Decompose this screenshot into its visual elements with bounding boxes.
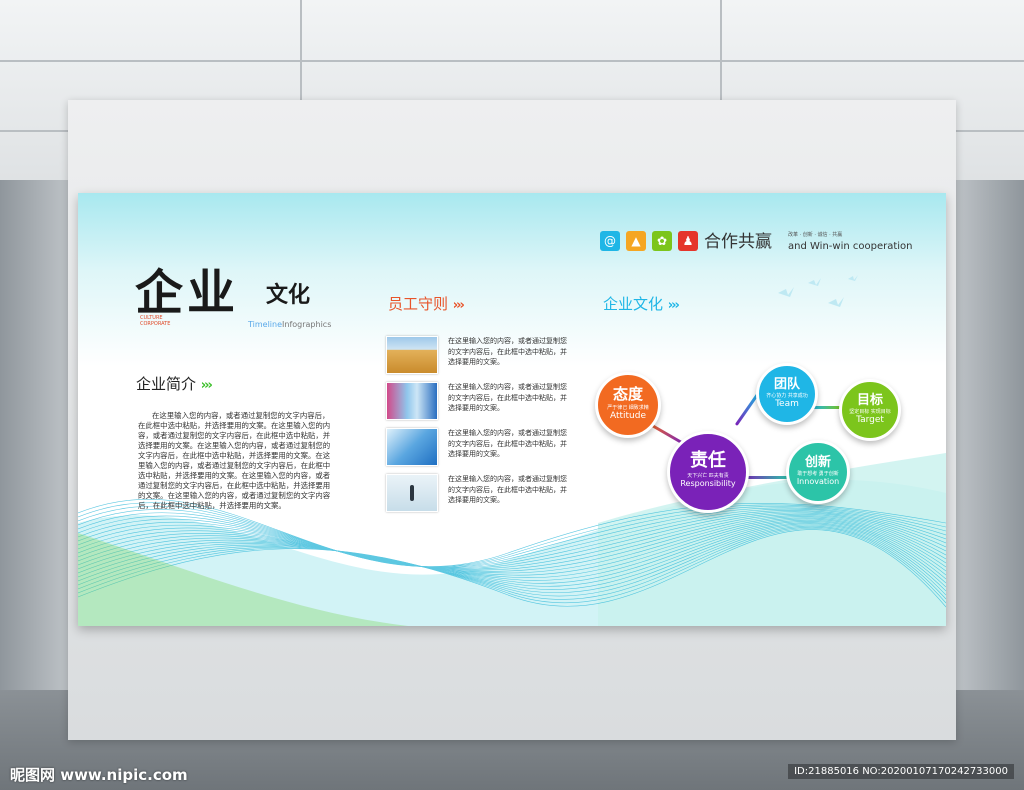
board-title-small: 文化 [266, 282, 311, 308]
node-english: Team [775, 399, 799, 409]
culture-board: 企业 文化 CULTURE CORPORATE TimelineInfograp… [78, 193, 946, 626]
cooperation-english: and Win-win cooperation [788, 241, 913, 252]
culture-heading-label: 企业文化 [603, 295, 664, 313]
rule-item: 在这里输入您的内容，或者通过复制您的文字内容后，在此框中选中粘贴，并选择要用的文… [386, 474, 567, 514]
timeline-part: line [267, 320, 283, 329]
rule-text: 在这里输入您的内容，或者通过复制您的文字内容后，在此框中选中粘贴，并选择要用的文… [448, 383, 567, 412]
node-english: Responsibility [680, 479, 736, 488]
node-subtitle: 坚定目标 实现目标 [849, 409, 891, 415]
node-english: Target [856, 415, 884, 425]
gear-icon: ✿ [652, 231, 672, 251]
node-title: 目标 [856, 393, 883, 408]
arrow-icon: ››› [200, 378, 213, 393]
timeline-part: Time [248, 320, 268, 329]
arrow-icon: ››› [667, 298, 680, 313]
rule-text: 在这里输入您的内容，或者通过复制您的文字内容后，在此框中选中粘贴，并选择要用的文… [448, 475, 567, 504]
node-title: 责任 [690, 450, 726, 471]
intro-heading-label: 企业简介 [136, 375, 197, 393]
birds-decoration [778, 275, 858, 307]
rules-heading-label: 员工守则 [388, 295, 449, 313]
connector-line [812, 406, 842, 409]
building-photo [386, 428, 438, 466]
at-icon: @ [600, 231, 620, 251]
chart-icon: ▲ [626, 231, 646, 251]
rule-text: 在这里输入您的内容，或者通过复制您的文字内容后，在此框中选中粘贴，并选择要用的文… [448, 429, 567, 458]
culture-node-innovation: 创新 敢于想考 勇于创新 Innovation [786, 440, 850, 504]
culture-heading: 企业文化 ››› [603, 293, 680, 314]
node-english: Innovation [796, 477, 840, 486]
intro-body: 在这里输入您的内容，或者通过复制您的文字内容后，在此框中选中粘贴，并选择要用的文… [138, 411, 331, 510]
wheat-photo [386, 336, 438, 374]
timeline-caption: TimelineInfographics [248, 320, 331, 329]
watermark-bar: 昵图网 www.nipic.com ID:21885016 NO:2020010… [0, 756, 1024, 790]
rule-text: 在这里输入您的内容，或者通过复制您的文字内容后，在此框中选中粘贴，并选择要用的文… [448, 337, 567, 366]
node-english: Attitude [609, 411, 647, 421]
board-title: 企业 [135, 265, 240, 321]
node-title: 创新 [804, 455, 831, 470]
watermark-id: ID:21885016 NO:20200107170242733000 [788, 764, 1014, 779]
culture-node-attitude: 态度 严于律己 細致求精 Attitude [595, 372, 661, 438]
node-subtitle: 严于律己 細致求精 [607, 405, 649, 411]
node-title: 团队 [773, 377, 800, 392]
rules-heading: 员工守则 ››› [388, 293, 465, 314]
title-en-line: CORPORATE [140, 321, 171, 327]
intro-heading: 企业简介 ››› [136, 373, 213, 394]
wall-right [954, 180, 1024, 740]
board-title-english: CULTURE CORPORATE [140, 315, 170, 327]
node-subtitle: 齐心协力 共享成功 [766, 393, 808, 399]
node-title: 态度 [612, 385, 643, 403]
person-silhouette [410, 485, 414, 501]
businessman-photo [386, 474, 438, 512]
handshake-photo [386, 382, 438, 420]
rule-item: 在这里输入您的内容，或者通过复制您的文字内容后，在此框中选中粘贴，并选择要用的文… [386, 428, 567, 468]
node-subtitle: 敢于想考 勇于创新 [797, 471, 839, 477]
arrow-icon: ››› [452, 298, 465, 313]
watermark-site: 昵图网 www.nipic.com [10, 766, 188, 784]
ceiling-line [0, 60, 1024, 62]
user-icon: ♟ [678, 231, 698, 251]
cooperation-tagline: 改革 · 创新 · 诚信 · 共赢 [788, 232, 843, 238]
timeline-part: Infographics [282, 320, 332, 329]
rule-item: 在这里输入您的内容，或者通过复制您的文字内容后，在此框中选中粘贴，并选择要用的文… [386, 382, 567, 422]
node-subtitle: 天下兴亡 匹夫有责 [687, 473, 729, 479]
rule-item: 在这里输入您的内容，或者通过复制您的文字内容后，在此框中选中粘贴，并选择要用的文… [386, 336, 567, 376]
cooperation-title: 合作共赢 [704, 232, 772, 252]
culture-node-target: 目标 坚定目标 实现目标 Target [839, 379, 901, 441]
culture-node-responsibility: 责任 天下兴亡 匹夫有责 Responsibility [667, 431, 749, 513]
wall-left [0, 180, 70, 740]
culture-node-team: 团队 齐心协力 共享成功 Team [756, 363, 818, 425]
